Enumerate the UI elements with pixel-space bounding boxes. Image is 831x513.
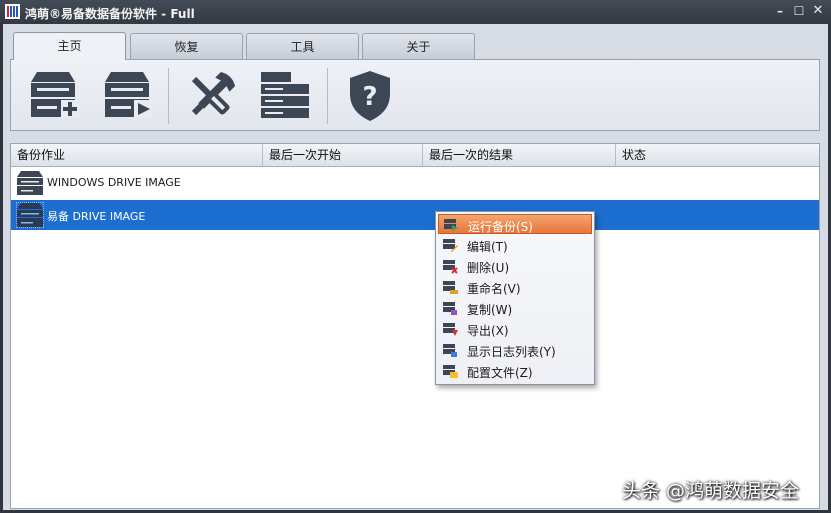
tab-tools[interactable]: 工具	[246, 33, 359, 59]
main-window: 主页 恢复 工具 关于 ? 备份作业 最后一次开始 最后一次的结果 状态 WIN…	[3, 24, 828, 510]
menu-item-show-log-list[interactable]: 显示日志列表(Y)	[438, 340, 592, 360]
job-name: 易备 DRIVE IMAGE	[47, 210, 146, 223]
log-list-icon	[443, 344, 457, 357]
window-title: 鸿萌®易备数据备份软件 - Full	[25, 7, 195, 21]
list-header: 备份作业 最后一次开始 最后一次的结果 状态	[11, 144, 819, 167]
backup-job-list[interactable]: 备份作业 最后一次开始 最后一次的结果 状态 WINDOWS DRIVE IMA…	[10, 143, 820, 509]
rename-icon	[443, 281, 458, 294]
table-row-selected[interactable]: 易备 DRIVE IMAGE	[11, 200, 819, 230]
menu-item-edit[interactable]: 编辑(T)	[438, 235, 592, 255]
log-list-icon[interactable]	[257, 68, 313, 124]
column-header-last-start[interactable]: 最后一次开始	[263, 144, 423, 166]
app-logo-icon	[5, 4, 20, 19]
watermark-text: 头条 @鸿萌数据安全	[622, 480, 800, 502]
config-file-icon	[443, 365, 458, 378]
menu-item-run-backup[interactable]: 运行备份(S)	[438, 214, 592, 234]
title-bar: 鸿萌®易备数据备份软件 - Full – ☐ ✕	[0, 0, 831, 24]
svg-text:?: ?	[362, 82, 377, 112]
ribbon-separator	[327, 68, 328, 124]
new-backup-drive-icon[interactable]	[25, 68, 81, 124]
menu-item-copy[interactable]: 复制(W)	[438, 298, 592, 318]
run-backup-icon	[444, 219, 458, 231]
help-shield-icon[interactable]: ?	[342, 68, 398, 124]
tab-restore[interactable]: 恢复	[130, 33, 243, 59]
minimize-button[interactable]: –	[772, 3, 788, 19]
context-menu: 运行备份(S) 编辑(T) 删除(U) 重命名(V) 复制(W) 导出(X) 显…	[435, 211, 595, 385]
close-button[interactable]: ✕	[810, 3, 826, 19]
backup-drive-icon	[17, 171, 43, 195]
column-header-status[interactable]: 状态	[616, 144, 819, 166]
run-backup-drive-icon[interactable]	[99, 68, 155, 124]
tab-home[interactable]: 主页	[13, 32, 126, 60]
menu-item-rename[interactable]: 重命名(V)	[438, 277, 592, 297]
edit-icon	[443, 239, 458, 252]
backup-drive-icon	[16, 202, 44, 228]
column-header-backup-job[interactable]: 备份作业	[11, 144, 263, 166]
column-header-last-result[interactable]: 最后一次的结果	[423, 144, 616, 166]
maximize-button[interactable]: ☐	[791, 3, 807, 19]
tools-wrench-screwdriver-icon[interactable]	[183, 68, 239, 124]
job-name: WINDOWS DRIVE IMAGE	[47, 176, 181, 189]
menu-item-export[interactable]: 导出(X)	[438, 319, 592, 339]
menu-item-delete[interactable]: 删除(U)	[438, 256, 592, 276]
delete-icon	[443, 260, 458, 274]
export-icon	[443, 323, 458, 336]
ribbon-separator	[168, 68, 169, 124]
table-row[interactable]: WINDOWS DRIVE IMAGE	[11, 168, 819, 198]
copy-icon	[443, 302, 457, 315]
menu-item-config-file[interactable]: 配置文件(Z)	[438, 361, 592, 381]
tab-about[interactable]: 关于	[362, 33, 475, 59]
ribbon-toolbar: ?	[10, 59, 820, 131]
